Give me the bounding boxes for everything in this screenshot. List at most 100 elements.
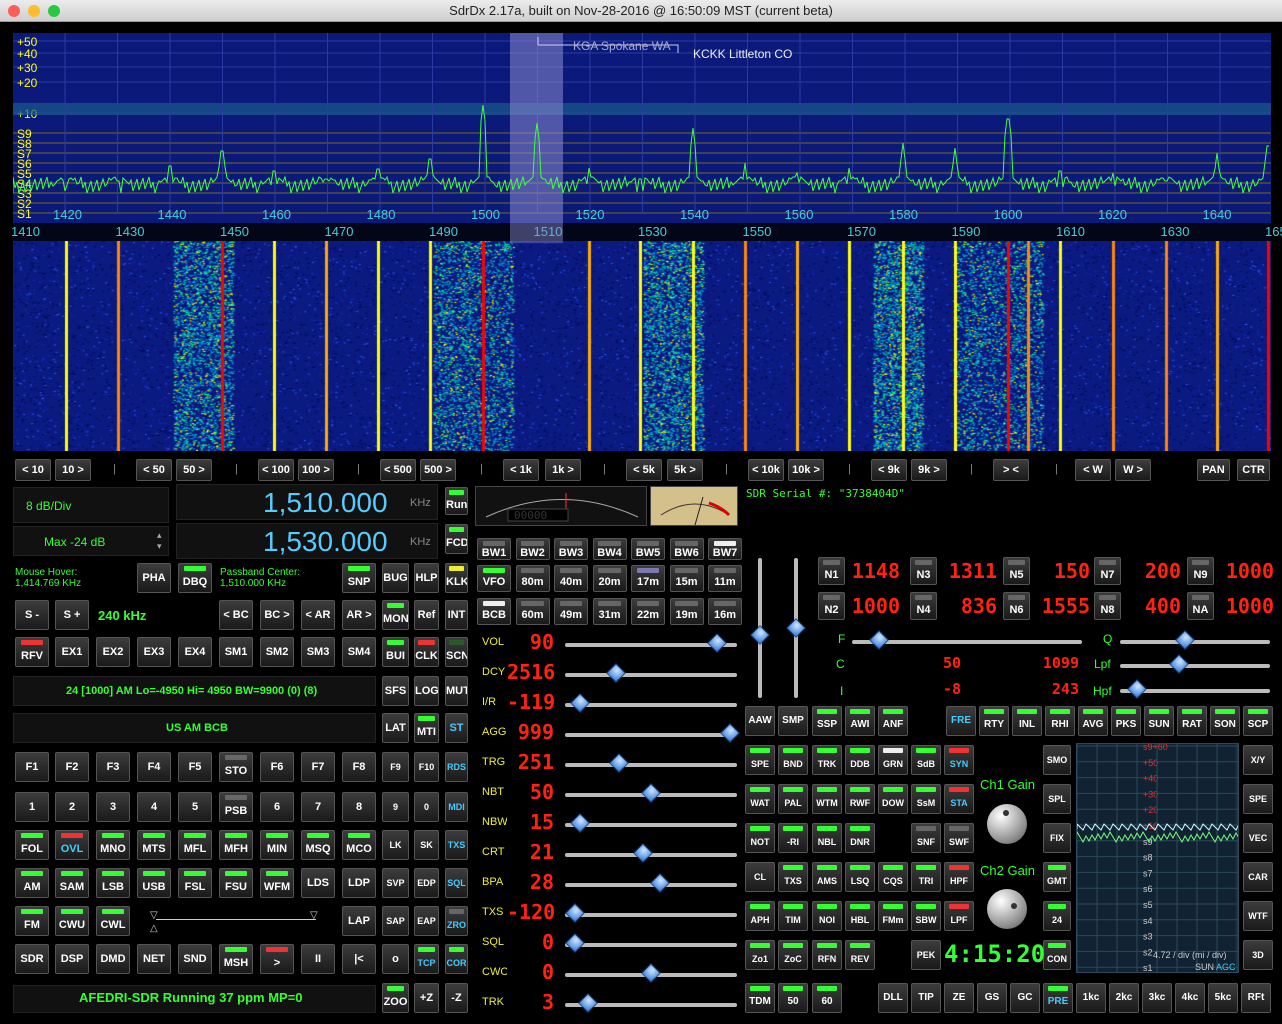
f9-button[interactable]: F9 (382, 752, 409, 782)
1-button[interactable]: 1 (15, 792, 49, 822)
3-button[interactable]: 3 (96, 792, 130, 822)
slider-thumb-agg[interactable] (720, 723, 740, 743)
5-button[interactable]: 5 (178, 792, 212, 822)
bw6-button[interactable]: BW6 (669, 538, 704, 560)
msh-button[interactable]: MSH (219, 944, 253, 974)
cwl-button[interactable]: CWL (96, 906, 130, 936)
mon-button[interactable]: MON (382, 600, 409, 630)
dow-button[interactable]: DOW (878, 784, 908, 814)
50-tune-button[interactable]: < 50 (136, 459, 172, 481)
gs-button[interactable]: GS (977, 983, 1007, 1013)
zoc-button[interactable]: ZoC (778, 940, 808, 970)
pal-button[interactable]: PAL (778, 784, 808, 814)
dmd-button[interactable]: DMD (96, 944, 130, 974)
fol-button[interactable]: FOL (15, 830, 49, 860)
rfv-button[interactable]: RFV (15, 637, 49, 667)
frequency2-display[interactable]: 1,530.000 KHz (176, 523, 438, 559)
tim-button[interactable]: TIM (778, 901, 808, 931)
car-button[interactable]: CAR (1243, 862, 1273, 892)
vertical-slider-2-thumb[interactable] (786, 618, 806, 638)
hbl-button[interactable]: HBL (845, 901, 875, 931)
tri-button[interactable]: TRI (911, 862, 941, 892)
sun-button[interactable]: SUN (1144, 706, 1174, 736)
pks-button[interactable]: PKS (1111, 706, 1141, 736)
bui-button[interactable]: BUI (382, 637, 409, 667)
slider-track-txs[interactable] (565, 913, 737, 917)
ex3-button[interactable]: EX3 (137, 637, 171, 667)
sm1-button[interactable]: SM1 (219, 637, 253, 667)
gc-button[interactable]: GC (1010, 983, 1040, 1013)
4kc-button[interactable]: 4kc (1175, 983, 1205, 1013)
slider-track-nbw[interactable] (565, 823, 737, 827)
db-div-panel[interactable]: 8 dB/Div (13, 487, 169, 523)
0-button[interactable]: 0 (414, 792, 439, 822)
f7-button[interactable]: F7 (301, 752, 335, 782)
rty-button[interactable]: RTY (979, 706, 1009, 736)
pek-button[interactable]: PEK (911, 940, 941, 970)
eap-button[interactable]: EAP (414, 906, 439, 936)
txs-button[interactable]: TXS (778, 862, 808, 892)
filter-lpf-thumb[interactable] (1169, 654, 1189, 674)
inl-button[interactable]: INL (1012, 706, 1042, 736)
80m-button[interactable]: 80m (515, 565, 550, 592)
22m-button[interactable]: 22m (631, 598, 665, 625)
syn-button[interactable]: SYN (944, 745, 974, 775)
f8-button[interactable]: F8 (342, 752, 376, 782)
bw4-button[interactable]: BW4 (592, 538, 627, 560)
mfl-button[interactable]: MFL (178, 830, 212, 860)
100-tune-button[interactable]: 100 > (298, 459, 334, 481)
bnd-button[interactable]: BND (778, 745, 808, 775)
wtf-button[interactable]: WTF (1243, 901, 1273, 931)
slider-thumb-nbt[interactable] (641, 783, 661, 803)
mti-button[interactable]: MTI (414, 713, 439, 743)
txs-button[interactable]: TXS (445, 830, 468, 860)
rds-button[interactable]: RDS (445, 752, 468, 782)
rev-button[interactable]: REV (845, 940, 875, 970)
zoo-button[interactable]: ZOO (382, 983, 409, 1013)
tcp-button[interactable]: TCP (414, 944, 439, 974)
f10-button[interactable]: F10 (414, 752, 439, 782)
not-button[interactable]: NOT (745, 823, 775, 853)
5k-tune-button[interactable]: < 5k (626, 459, 662, 481)
klk-button[interactable]: KLK (445, 563, 468, 593)
slider-thumb-sql[interactable] (565, 933, 586, 953)
scp-button[interactable]: SCP (1243, 706, 1273, 736)
station-label-1[interactable]: KGA Spokane WA (573, 39, 671, 53)
ch1-gain-knob[interactable] (987, 804, 1027, 844)
sk-button[interactable]: SK (414, 830, 439, 860)
smp-button[interactable]: SMP (778, 706, 808, 736)
lsb-button[interactable]: LSB (96, 868, 130, 898)
sta-button[interactable]: STA (944, 784, 974, 814)
40m-button[interactable]: 40m (554, 565, 588, 592)
bw7-button[interactable]: BW7 (708, 538, 742, 560)
1k-tune-button[interactable]: < 1k (503, 459, 539, 481)
ch2-gain-knob[interactable] (987, 889, 1027, 929)
f3-button[interactable]: F3 (96, 752, 130, 782)
cor-button[interactable]: COR (445, 944, 468, 974)
ssp-button[interactable]: SSP (812, 706, 842, 736)
bcb-button[interactable]: BCB (477, 598, 511, 625)
passband-shape-slider[interactable]: ▽ ▽ △ (150, 910, 320, 934)
sbw-button[interactable]: SBW (911, 901, 941, 931)
close-window-button[interactable] (8, 5, 20, 17)
slider-track-agg[interactable] (565, 733, 737, 737)
9k-tune-button[interactable]: 9k > (911, 459, 947, 481)
filter-q-thumb[interactable] (1175, 630, 1195, 650)
log-button[interactable]: LOG (414, 676, 439, 706)
500-tune-button[interactable]: 500 > (420, 459, 456, 481)
dnr-button[interactable]: DNR (845, 823, 875, 853)
spectrum-display[interactable]: +50+40+30+20+10S9S8S7S6S5S4S3S2S11420144… (13, 33, 1271, 223)
snp-button[interactable]: SNP (342, 563, 376, 593)
vfo-button[interactable]: VFO (477, 565, 511, 592)
sam-button[interactable]: SAM (55, 868, 89, 898)
bw1-button[interactable]: BW1 (477, 538, 511, 560)
zo1-button[interactable]: Zo1 (745, 940, 775, 970)
slider-track-i-r[interactable] (565, 703, 737, 707)
3d-button[interactable]: 3D (1243, 940, 1273, 970)
gmt-button[interactable]: GMT (1043, 862, 1071, 892)
rhi-button[interactable]: RHI (1045, 706, 1075, 736)
1k-tune-button[interactable]: 1k > (545, 459, 581, 481)
ze-button[interactable]: ZE (944, 983, 974, 1013)
vertical-slider-1-thumb[interactable] (750, 625, 770, 645)
ams-button[interactable]: AMS (812, 862, 842, 892)
